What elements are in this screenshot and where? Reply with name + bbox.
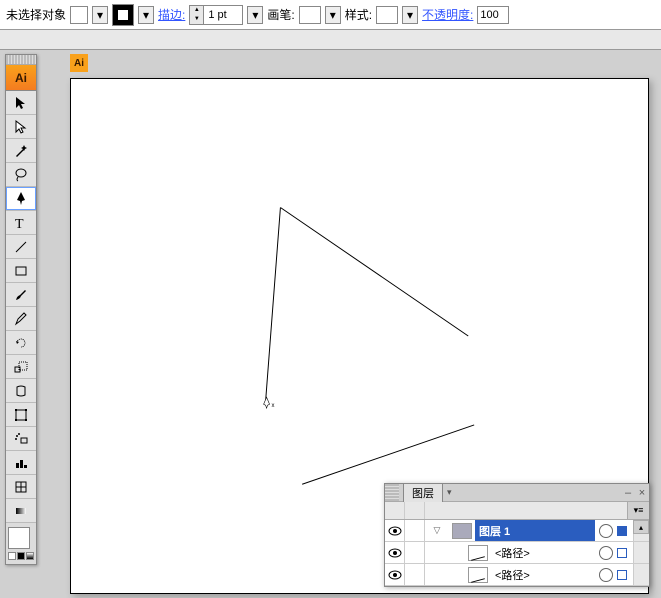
stroke-dropdown[interactable]: ▾ xyxy=(138,6,154,24)
symbol-sprayer-tool[interactable] xyxy=(6,427,36,451)
path-row[interactable]: <路径> xyxy=(385,564,649,586)
brush-dropdown[interactable]: ▾ xyxy=(325,6,341,24)
stroke-swatch[interactable] xyxy=(112,4,134,26)
layer-thumbnail xyxy=(452,523,472,539)
disclosure-icon[interactable]: ▽ xyxy=(425,525,449,536)
layer-name[interactable]: 图层 1 xyxy=(475,520,595,541)
opacity-label-link[interactable]: 不透明度: xyxy=(422,6,473,23)
paintbrush-tool[interactable] xyxy=(6,283,36,307)
selection-indicator xyxy=(617,548,627,558)
brush-select[interactable] xyxy=(299,6,321,24)
stroke-weight-dropdown[interactable]: ▾ xyxy=(247,6,263,24)
default-stroke-swatch[interactable] xyxy=(17,552,25,560)
path-name[interactable]: <路径> xyxy=(491,564,595,585)
path-row[interactable]: <路径> xyxy=(385,542,649,564)
panel-close-icon[interactable]: × xyxy=(635,487,649,499)
default-fill-swatch[interactable] xyxy=(8,552,16,560)
visibility-toggle[interactable] xyxy=(385,520,405,541)
magic-wand-tool[interactable] xyxy=(6,139,36,163)
selection-status: 未选择对象 xyxy=(6,6,66,23)
path-thumbnail xyxy=(468,567,488,583)
path-thumbnail xyxy=(468,545,488,561)
type-tool[interactable]: T xyxy=(6,211,36,235)
rotate-tool[interactable] xyxy=(6,331,36,355)
pencil-tool[interactable] xyxy=(6,307,36,331)
scale-tool[interactable] xyxy=(6,355,36,379)
lock-toggle[interactable] xyxy=(405,542,425,563)
column-graph-tool[interactable] xyxy=(6,451,36,475)
layers-panel: 图层 ▾ – × ▾≡ ▴ ▽ 图层 1 <路径> xyxy=(384,483,650,587)
free-transform-tool[interactable] xyxy=(6,403,36,427)
fill-color-box[interactable] xyxy=(8,527,30,549)
path-name[interactable]: <路径> xyxy=(491,542,595,563)
visibility-toggle[interactable] xyxy=(385,564,405,585)
target-icon[interactable] xyxy=(599,568,613,582)
document-tab[interactable]: Ai xyxy=(70,54,88,72)
panel-grip[interactable] xyxy=(385,484,399,501)
visibility-toggle[interactable] xyxy=(385,542,405,563)
brush-label: 画笔: xyxy=(267,6,294,23)
style-select[interactable] xyxy=(376,6,398,24)
mesh-tool[interactable] xyxy=(6,475,36,499)
selection-indicator xyxy=(617,526,627,536)
gradient-tool[interactable] xyxy=(6,499,36,523)
style-dropdown[interactable]: ▾ xyxy=(402,6,418,24)
app-badge: Ai xyxy=(6,65,36,91)
selection-tool[interactable] xyxy=(6,91,36,115)
control-bar: 未选择对象 ▾ ▾ 描边: ▲▼ 1 pt ▾ 画笔: ▾ 样式: ▾ 不透明度… xyxy=(0,0,661,30)
gradient-swatch[interactable] xyxy=(26,552,34,560)
fill-swatch[interactable] xyxy=(70,6,88,24)
tool-palette: Ai T xyxy=(5,54,37,565)
fill-dropdown[interactable]: ▾ xyxy=(92,6,108,24)
opacity-input[interactable] xyxy=(477,6,509,24)
color-section xyxy=(6,523,36,564)
panel-minimize-icon[interactable]: – xyxy=(621,487,635,499)
selection-indicator xyxy=(617,570,627,580)
stroke-label-link[interactable]: 描边: xyxy=(158,6,185,23)
target-icon[interactable] xyxy=(599,524,613,538)
rectangle-tool[interactable] xyxy=(6,259,36,283)
sub-bar xyxy=(0,30,661,50)
lasso-tool[interactable] xyxy=(6,163,36,187)
layer-row[interactable]: ▽ 图层 1 xyxy=(385,520,649,542)
stroke-weight-stepper[interactable]: ▲▼ 1 pt xyxy=(189,5,243,25)
panel-chevron-icon[interactable]: ▾ xyxy=(443,487,456,498)
direct-selection-tool[interactable] xyxy=(6,115,36,139)
svg-text:x: x xyxy=(272,403,275,409)
lock-toggle[interactable] xyxy=(405,520,425,541)
step-up-icon[interactable]: ▲ xyxy=(190,6,203,15)
target-icon[interactable] xyxy=(599,546,613,560)
palette-grip[interactable] xyxy=(6,55,36,65)
layers-tab[interactable]: 图层 xyxy=(403,483,443,502)
line-segment-tool[interactable] xyxy=(6,235,36,259)
step-down-icon[interactable]: ▼ xyxy=(190,15,203,24)
panel-menu-icon[interactable]: ▾≡ xyxy=(627,502,649,519)
pen-tool[interactable] xyxy=(6,187,36,211)
svg-text:T: T xyxy=(15,217,24,231)
style-label: 样式: xyxy=(345,6,372,23)
warp-tool[interactable] xyxy=(6,379,36,403)
scroll-up-icon[interactable]: ▴ xyxy=(633,520,649,534)
lock-toggle[interactable] xyxy=(405,564,425,585)
stroke-weight-value: 1 pt xyxy=(204,9,242,21)
